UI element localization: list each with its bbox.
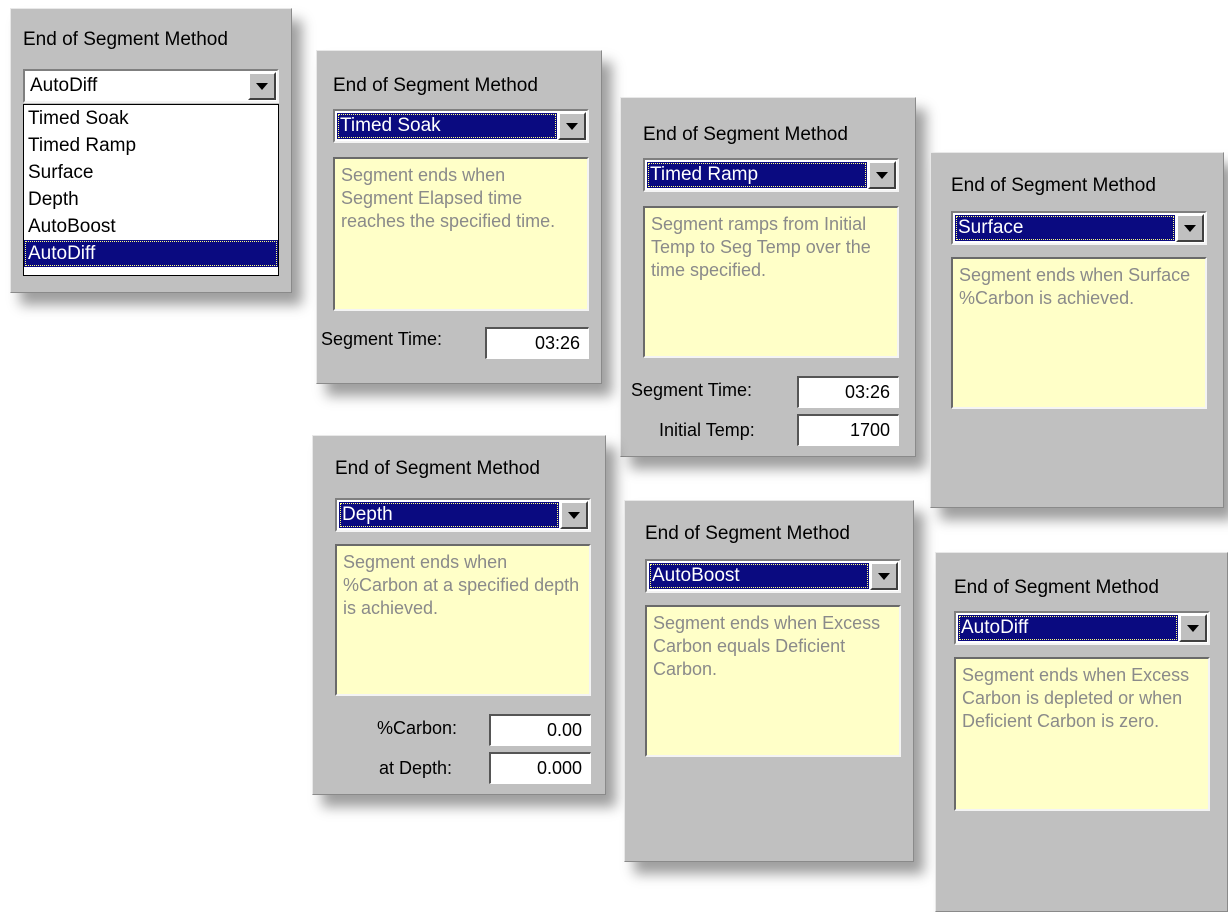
segment-method-panel-autodiff-open: End of Segment Method AutoDiff Timed Soa… — [10, 8, 292, 293]
segment-method-select[interactable]: AutoDiff — [954, 611, 1210, 645]
segment-time-label: Segment Time: — [631, 380, 753, 400]
method-description: Segment ends when Excess Carbon is deple… — [954, 657, 1210, 811]
dropdown-option-surface[interactable]: Surface — [24, 159, 278, 186]
dropdown-list: Timed Soak Timed Ramp Surface Depth Auto… — [23, 104, 279, 276]
method-description: Segment ends when Segment Elapsed time r… — [333, 157, 589, 311]
selected-value: Timed Soak — [337, 113, 557, 139]
panel-title: End of Segment Method — [335, 458, 540, 479]
panel-title: End of Segment Method — [333, 75, 538, 96]
segment-method-select[interactable]: AutoBoost — [645, 559, 901, 593]
dropdown-option-autoboost[interactable]: AutoBoost — [24, 213, 278, 240]
segment-method-select[interactable]: Timed Ramp — [643, 158, 899, 192]
segment-method-panel-timed-ramp: End of Segment Method Timed Ramp Segment… — [620, 97, 916, 457]
segment-method-select[interactable]: Depth — [335, 498, 591, 532]
selected-value: AutoDiff — [958, 615, 1178, 641]
panel-title: End of Segment Method — [645, 523, 850, 544]
panel-title: End of Segment Method — [951, 175, 1156, 196]
chevron-down-icon[interactable] — [1179, 614, 1207, 642]
dropdown-option-timed-ramp[interactable]: Timed Ramp — [24, 132, 278, 159]
selected-value: Timed Ramp — [647, 162, 867, 188]
method-description: Segment ends when %Carbon at a specified… — [335, 544, 591, 696]
chevron-down-icon[interactable] — [560, 501, 588, 529]
dropdown-option-autodiff[interactable]: AutoDiff — [24, 240, 278, 267]
carbon-label: %Carbon: — [377, 718, 458, 738]
panel-title: End of Segment Method — [23, 29, 228, 50]
depth-label: at Depth: — [379, 758, 453, 778]
segment-method-panel-depth: End of Segment Method Depth Segment ends… — [312, 435, 606, 795]
method-description: Segment ends when Surface %Carbon is ach… — [951, 257, 1207, 409]
panel-title: End of Segment Method — [954, 577, 1159, 598]
segment-method-panel-surface: End of Segment Method Surface Segment en… — [930, 152, 1224, 508]
method-description: Segment ends when Excess Carbon equals D… — [645, 605, 901, 757]
dropdown-option-depth[interactable]: Depth — [24, 186, 278, 213]
chevron-down-icon[interactable] — [248, 72, 276, 100]
panel-title: End of Segment Method — [643, 124, 848, 145]
segment-time-label: Segment Time: — [321, 329, 443, 349]
segment-method-panel-timed-soak: End of Segment Method Timed Soak Segment… — [316, 50, 602, 384]
initial-temp-input[interactable] — [797, 414, 899, 446]
segment-method-select[interactable]: AutoDiff — [23, 69, 279, 103]
selected-value: AutoDiff — [30, 75, 98, 96]
chevron-down-icon[interactable] — [870, 562, 898, 590]
selected-value: Surface — [955, 215, 1175, 241]
method-description: Segment ramps from Initial Temp to Seg T… — [643, 206, 899, 358]
carbon-input[interactable] — [489, 714, 591, 746]
chevron-down-icon[interactable] — [1176, 214, 1204, 242]
segment-method-panel-autoboost: End of Segment Method AutoBoost Segment … — [624, 500, 914, 862]
selected-value: AutoBoost — [649, 563, 869, 589]
segment-time-input[interactable] — [485, 327, 589, 359]
depth-input[interactable] — [489, 752, 591, 784]
segment-method-panel-autodiff: End of Segment Method AutoDiff Segment e… — [935, 552, 1228, 912]
dropdown-option-timed-soak[interactable]: Timed Soak — [24, 105, 278, 132]
segment-time-input[interactable] — [797, 376, 899, 408]
selected-value: Depth — [339, 502, 559, 528]
initial-temp-label: Initial Temp: — [659, 420, 755, 440]
segment-method-select[interactable]: Timed Soak — [333, 109, 589, 143]
chevron-down-icon[interactable] — [868, 161, 896, 189]
chevron-down-icon[interactable] — [558, 112, 586, 140]
segment-method-select[interactable]: Surface — [951, 211, 1207, 245]
